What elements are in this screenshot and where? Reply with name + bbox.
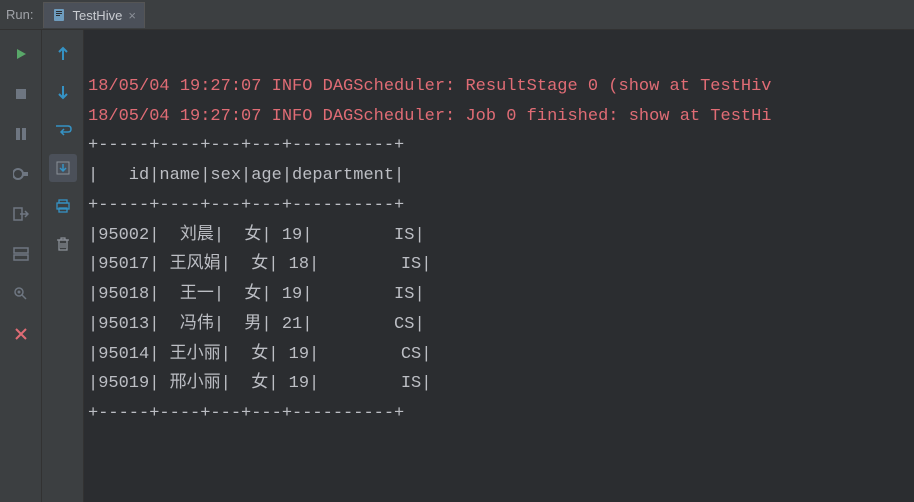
console-output[interactable]: 18/05/04 19:27:07 INFO DAGScheduler: Res…: [84, 30, 914, 502]
scroll-down-icon[interactable]: [49, 78, 77, 106]
main-panel: 18/05/04 19:27:07 INFO DAGScheduler: Res…: [0, 30, 914, 502]
file-icon: [52, 8, 66, 22]
table-row: |95018| 王一| 女| 19| IS|: [88, 285, 425, 304]
tab-bar: Run: TestHive ×: [0, 0, 914, 30]
table-row: |95013| 冯伟| 男| 21| CS|: [88, 315, 425, 334]
run-label: Run:: [6, 7, 33, 22]
table-border: +-----+----+---+---+----------+: [88, 196, 404, 215]
console-actions-sidebar: [42, 30, 84, 502]
log-line: 18/05/04 19:27:07 INFO DAGScheduler: Job…: [88, 107, 772, 126]
tab-testhive[interactable]: TestHive ×: [43, 2, 144, 28]
close-icon[interactable]: ×: [128, 8, 136, 23]
soft-wrap-icon[interactable]: [49, 116, 77, 144]
table-header: | id|name|sex|age|department|: [88, 166, 404, 185]
pause-button[interactable]: [7, 120, 35, 148]
clear-all-icon[interactable]: [49, 230, 77, 258]
table-row: |95019| 邢小丽| 女| 19| IS|: [88, 374, 431, 393]
run-button[interactable]: [7, 40, 35, 68]
dump-button[interactable]: [7, 160, 35, 188]
table-border: +-----+----+---+---+----------+: [88, 136, 404, 155]
scroll-up-icon[interactable]: [49, 40, 77, 68]
scroll-to-end-icon[interactable]: [49, 154, 77, 182]
tab-label: TestHive: [72, 8, 122, 23]
layout-button[interactable]: [7, 240, 35, 268]
table-row: |95017| 王风娟| 女| 18| IS|: [88, 255, 431, 274]
log-line: 18/05/04 19:27:07 INFO DAGScheduler: Res…: [88, 77, 772, 96]
stop-button[interactable]: [7, 80, 35, 108]
table-row: |95002| 刘晨| 女| 19| IS|: [88, 226, 425, 245]
table-border: +-----+----+---+---+----------+: [88, 404, 404, 423]
print-icon[interactable]: [49, 192, 77, 220]
run-controls-sidebar: [0, 30, 42, 502]
table-row: |95014| 王小丽| 女| 19| CS|: [88, 345, 431, 364]
pin-button[interactable]: [7, 280, 35, 308]
exit-button[interactable]: [7, 200, 35, 228]
close-tool-button[interactable]: [7, 320, 35, 348]
